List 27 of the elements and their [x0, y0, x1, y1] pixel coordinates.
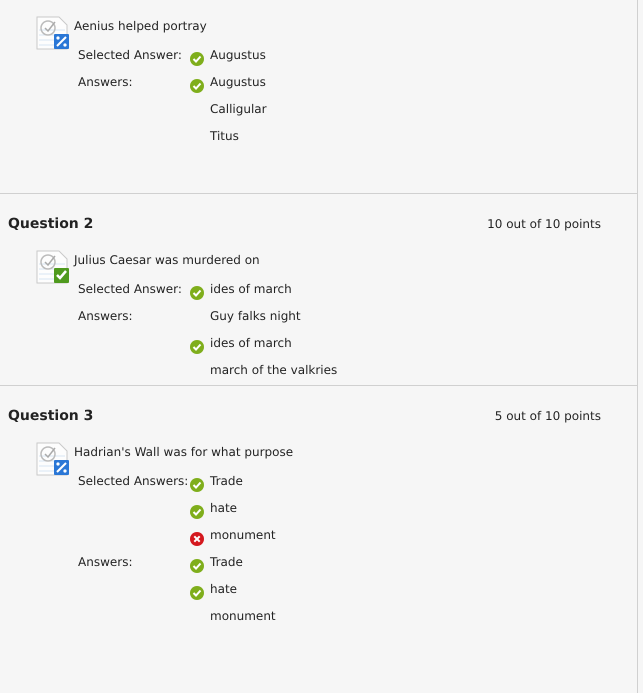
- answer-text: Augustus: [210, 47, 266, 62]
- answer-label: Selected Answers:: [78, 473, 190, 490]
- answer-text: hate: [210, 500, 238, 515]
- answer-text: ides of march: [210, 281, 292, 296]
- answer-text: Trade: [210, 554, 243, 569]
- points-text: 10 out of 10 points: [487, 217, 601, 231]
- question-title: Question 2: [8, 216, 94, 232]
- answer-text: march of the valkries: [210, 362, 338, 377]
- answer-label: Selected Answer:: [78, 281, 183, 298]
- answer-label: Selected Answer:: [78, 47, 183, 64]
- answer-text: Augustus: [210, 74, 266, 89]
- points-text: 5 out of 10 points: [494, 409, 601, 423]
- answer-text: monument: [210, 527, 276, 542]
- answer-label: Answers:: [78, 74, 134, 91]
- question-title: Question 3: [8, 408, 94, 424]
- answer-label: Answers:: [78, 308, 134, 325]
- answer-text: hate: [210, 581, 238, 596]
- answer-text: ides of march: [210, 335, 292, 350]
- answer-text: Guy falks night: [210, 308, 301, 323]
- answer-text: Titus: [210, 128, 239, 143]
- answer-text: Calligular: [210, 101, 267, 116]
- question-text: Julius Caesar was murdered on: [74, 252, 260, 267]
- question-text: Aenius helped portray: [74, 18, 207, 33]
- question-text: Hadrian's Wall was for what purpose: [74, 444, 294, 459]
- answer-text: monument: [210, 608, 276, 623]
- answer-text: Trade: [210, 473, 243, 488]
- answer-label: Answers:: [78, 554, 134, 571]
